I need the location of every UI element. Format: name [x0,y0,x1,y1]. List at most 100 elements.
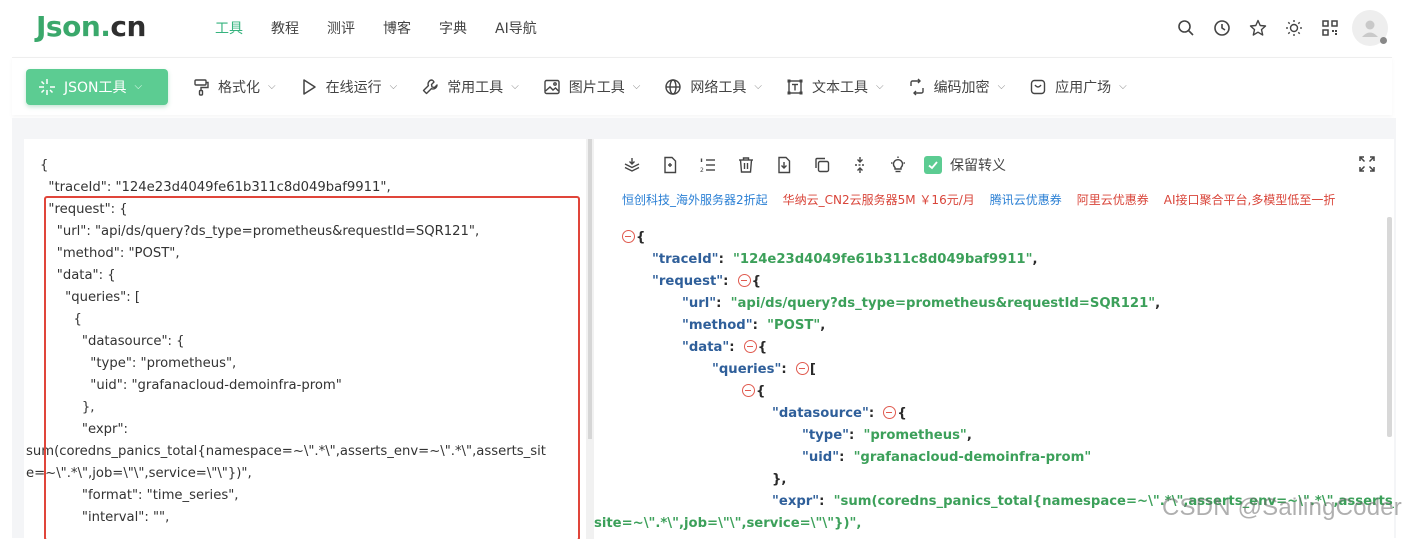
nav-item-tutorial[interactable]: 教程 [271,18,299,38]
collapse-vertical-icon[interactable] [848,153,872,177]
network-tools-menu-button[interactable]: 网络工具 ⌵ [664,69,762,105]
highlight-annotation-box [44,196,580,539]
json-value: "api/ds/query?ds_type=prometheus&request… [730,296,1156,311]
json-key: "uid" [802,450,840,465]
theme-icon[interactable] [1276,10,1312,46]
json-value: site=~\".*\",job=\"\",service=\"\"})", [594,516,862,531]
run-online-label: 在线运行 [325,79,382,96]
format-menu-button[interactable]: 格式化 ⌵ [192,69,276,105]
json-output-viewer: 2 保留转义 恒创科技_海外服务器2折起 华纳云_CN2云服务器5M ￥16元/… [594,139,1394,539]
ad-link[interactable]: 华纳云_CN2云服务器5M ￥16元/月 [783,191,975,208]
download-file-icon[interactable] [772,153,796,177]
text-tools-menu-button[interactable]: 文本工具 ⌵ [786,69,884,105]
encode-encrypt-label: 编码加密 [933,79,990,96]
ad-link[interactable]: AI接口聚合平台,多模型低至一折 [1164,191,1336,208]
chevron-down-icon: ⌵ [997,81,1006,92]
collapse-toggle-icon[interactable] [742,384,755,397]
common-tools-menu-button[interactable]: 常用工具 ⌵ [421,69,519,105]
globe-icon [665,78,682,95]
brace: { [636,230,646,245]
svg-text:2: 2 [700,167,704,174]
collapse-toggle-icon[interactable] [737,274,751,287]
nav-item-ai-nav[interactable]: AI导航 [495,18,537,38]
app-icon [1030,79,1046,94]
ad-links-row: 恒创科技_海外服务器2折起 华纳云_CN2云服务器5M ￥16元/月 腾讯云优惠… [622,191,1350,208]
encode-encrypt-menu-button[interactable]: 编码加密 ⌵ [908,69,1006,105]
json-value: "prometheus" [863,428,967,443]
network-tools-label: 网络工具 [690,79,747,96]
chevron-down-icon: ⌵ [875,81,884,92]
image-tools-menu-button[interactable]: 图片工具 ⌵ [543,69,641,105]
top-navbar: Json.cn 工具 教程 测评 博客 字典 AI导航 [0,0,1408,56]
tree-line-query-item: { [622,381,1394,403]
collapse-toggle-icon[interactable] [795,362,809,375]
text-tools-label: 文本工具 [811,79,868,96]
play-icon [302,78,316,95]
copy-icon[interactable] [810,153,834,177]
json-key: "request" [652,274,724,289]
common-tools-label: 常用工具 [447,79,504,96]
json-value: "POST" [767,318,821,333]
divider-grip[interactable] [588,139,592,439]
keep-escape-checkbox[interactable]: 保留转义 [924,155,1006,175]
history-icon[interactable] [1204,10,1240,46]
app-plaza-label: 应用广场 [1055,79,1112,96]
qrcode-icon[interactable] [1312,10,1348,46]
ad-link[interactable]: 阿里云优惠券 [1077,191,1149,208]
chevron-down-icon: ⌵ [389,81,398,92]
nav-item-tools[interactable]: 工具 [215,18,243,38]
avatar-status-dot [1380,37,1387,44]
tree-line-type: "type": "prometheus", [802,428,972,443]
swap-icon [909,78,924,95]
tree-line-queries: "queries": [ [712,362,816,377]
collapse-toggle-icon[interactable] [622,230,635,243]
code-line: { [40,158,49,173]
search-icon[interactable] [1168,10,1204,46]
json-key: "url" [682,296,717,311]
run-online-menu-button[interactable]: 在线运行 ⌵ [300,69,398,105]
json-tree-view: { "traceId": "124e23d4049fe61b311c8d049b… [594,227,1394,535]
tree-line-traceid: "traceId": "124e23d4049fe61b311c8d049baf… [652,252,1038,267]
app-plaza-menu-button[interactable]: 应用广场 ⌵ [1029,69,1127,105]
nav-item-blog[interactable]: 博客 [383,18,411,38]
watermark-text: CSDN @SailingCoder [1161,494,1402,521]
image-icon [544,79,560,94]
chevron-down-icon: ⌵ [134,81,143,92]
panel-resize-divider[interactable] [586,139,594,539]
fullscreen-icon[interactable] [1358,155,1378,175]
text-box-icon [787,79,803,94]
json-key: "datasource" [772,406,869,421]
trash-icon[interactable] [734,153,758,177]
chevron-down-icon: ⌵ [632,81,641,92]
user-avatar[interactable] [1352,10,1388,46]
json-tools-button[interactable]: JSON工具 ⌵ [26,68,168,105]
nav-item-review[interactable]: 测评 [327,18,355,38]
collapse-toggle-icon[interactable] [883,406,897,419]
json-value: "124e23d4049fe61b311c8d049baf9911" [733,252,1033,267]
lightbulb-icon[interactable] [886,153,910,177]
brace: }, [772,472,787,487]
tree-line-data: "data": { [682,340,768,355]
json-key: "expr" [772,494,820,509]
file-compress-icon[interactable] [658,153,682,177]
json-input-editor[interactable]: { "traceId": "124e23d4049fe61b311c8d049b… [24,139,586,539]
list-ordered-icon[interactable]: 2 [696,153,720,177]
json-key: "method" [682,318,753,333]
json-key: "queries" [712,362,782,377]
chevron-down-icon: ⌵ [1119,81,1127,92]
chevron-down-icon: ⌵ [268,81,276,92]
collapse-toggle-icon[interactable] [743,340,757,353]
wrench-icon [422,78,438,94]
sparkle-icon [39,78,55,95]
ad-link[interactable]: 腾讯云优惠券 [990,191,1062,208]
nav-item-dictionary[interactable]: 字典 [439,18,467,38]
json-key: "data" [682,340,730,355]
tree-line-datasource: "datasource": { [772,406,907,421]
main-nav: 工具 教程 测评 博客 字典 AI导航 [215,18,565,38]
site-logo[interactable]: Json.cn [36,10,146,43]
viewer-scrollbar[interactable] [1387,217,1392,437]
star-icon[interactable] [1240,10,1276,46]
ad-link[interactable]: 恒创科技_海外服务器2折起 [622,191,768,208]
layers-icon[interactable] [620,153,644,177]
tree-line-method: "method": "POST", [682,318,826,333]
